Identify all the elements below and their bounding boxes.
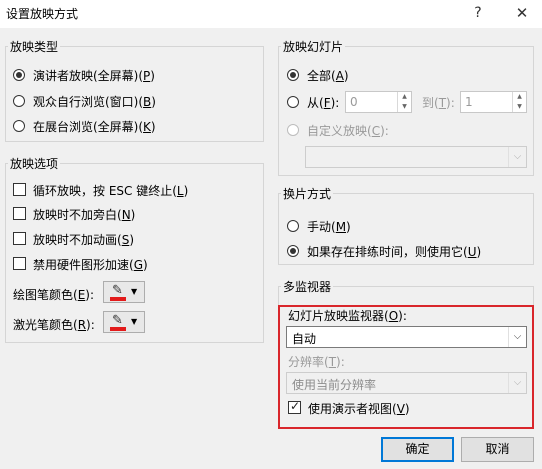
spin-down-icon[interactable]: ▼ [398, 102, 411, 112]
radio-kiosk[interactable] [13, 120, 25, 132]
radio-presenter-label[interactable]: 演讲者放映(全屏幕)(P) [33, 67, 155, 84]
radio-manual-label[interactable]: 手动(M) [307, 218, 351, 235]
to-slide-label: 到(T): [422, 96, 455, 110]
slideshow-monitor-select[interactable]: 自动 ⌵ [286, 326, 527, 348]
resolution-select[interactable]: 使用当前分辨率 ⌵ [286, 372, 527, 394]
radio-all-slides[interactable] [287, 69, 299, 81]
resolution-value: 使用当前分辨率 [292, 378, 377, 392]
slideshow-monitor-label: 幻灯片放映监视器(O): [288, 309, 407, 323]
spin-up-icon[interactable]: ▲ [398, 92, 411, 102]
radio-kiosk-label[interactable]: 在展台浏览(全屏幕)(K) [33, 118, 156, 135]
spin-up-icon[interactable]: ▲ [513, 92, 526, 102]
pen-color-swatch [110, 297, 126, 301]
check-loop[interactable] [13, 183, 26, 196]
radio-custom-show[interactable] [287, 124, 299, 136]
check-presenter-view[interactable] [288, 399, 301, 414]
radio-browsed-window[interactable] [13, 95, 25, 107]
slideshow-monitor-value: 自动 [292, 332, 317, 346]
advance-slides-title: 换片方式 [281, 185, 334, 202]
radio-manual[interactable] [287, 220, 299, 232]
check-disable-hw-accel-label[interactable]: 禁用硬件图形加速(G) [33, 256, 148, 273]
pen-icon: ✎ [112, 313, 123, 328]
to-slide-spinner[interactable]: 1 ▲ ▼ [460, 91, 527, 113]
pen-color-button[interactable]: ✎ ▼ [103, 281, 145, 303]
from-slide-value[interactable]: 0 [350, 95, 358, 109]
check-presenter-view-label[interactable]: 使用演示者视图(V) [308, 400, 410, 417]
close-icon[interactable]: ✕ [508, 2, 536, 24]
pen-color-label: 绘图笔颜色(E): [13, 288, 95, 302]
radio-from-slide-label[interactable]: 从(F): [307, 94, 339, 111]
check-no-animation-label[interactable]: 放映时不加动画(S) [33, 231, 134, 248]
radio-from-slide[interactable] [287, 96, 299, 108]
from-slide-spinner[interactable]: 0 ▲ ▼ [345, 91, 412, 113]
multi-monitor-title: 多监视器 [281, 278, 334, 295]
radio-browsed-window-label[interactable]: 观众自行浏览(窗口)(B) [33, 93, 156, 110]
chevron-down-icon[interactable]: ⌵ [508, 147, 526, 167]
show-slides-title: 放映幻灯片 [281, 38, 346, 55]
resolution-label: 分辨率(T): [288, 355, 345, 369]
custom-show-select[interactable]: ⌵ [305, 146, 527, 168]
spin-down-icon[interactable]: ▼ [513, 102, 526, 112]
laser-color-swatch [110, 327, 126, 331]
show-type-title: 放映类型 [8, 38, 61, 55]
check-disable-hw-accel[interactable] [13, 257, 26, 270]
dropdown-caret-icon: ▼ [131, 287, 138, 296]
radio-use-timings-label[interactable]: 如果存在排练时间，则使用它(U) [307, 243, 481, 260]
ok-button[interactable]: 确定 [381, 437, 454, 462]
dropdown-caret-icon: ▼ [131, 317, 138, 326]
radio-use-timings[interactable] [287, 245, 299, 257]
check-no-narration-label[interactable]: 放映时不加旁白(N) [33, 206, 135, 223]
window-title: 设置放映方式 [6, 7, 79, 21]
radio-all-slides-label[interactable]: 全部(A) [307, 67, 349, 84]
cancel-button[interactable]: 取消 [461, 437, 534, 462]
laser-color-button[interactable]: ✎ ▼ [103, 311, 145, 333]
title-bar: 设置放映方式 ? ✕ [0, 0, 542, 28]
radio-custom-show-label[interactable]: 自定义放映(C): [307, 122, 389, 139]
check-no-animation[interactable] [13, 232, 26, 245]
to-slide-value[interactable]: 1 [465, 95, 473, 109]
pen-icon: ✎ [112, 283, 123, 298]
chevron-down-icon[interactable]: ⌵ [508, 327, 526, 347]
check-no-narration[interactable] [13, 207, 26, 220]
help-icon[interactable]: ? [464, 2, 492, 24]
show-options-title: 放映选项 [8, 155, 61, 172]
laser-color-label: 激光笔颜色(R): [13, 318, 95, 332]
chevron-down-icon[interactable]: ⌵ [508, 373, 526, 393]
radio-presenter[interactable] [13, 69, 25, 81]
check-loop-label[interactable]: 循环放映，按 ESC 键终止(L) [33, 182, 188, 199]
